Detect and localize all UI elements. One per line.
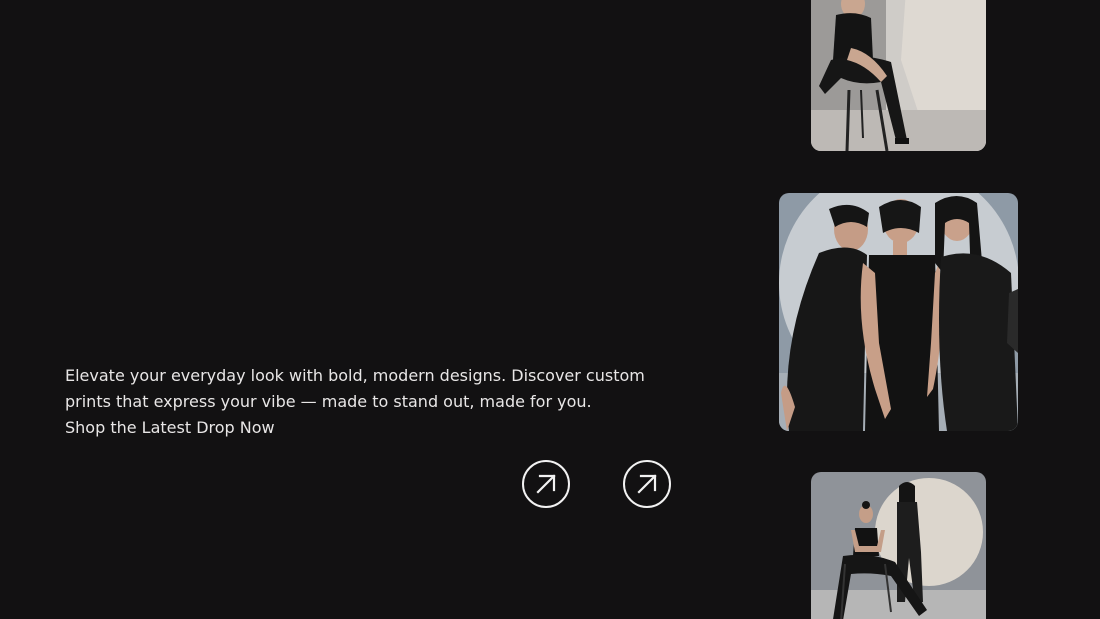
- arrow-button-primary[interactable]: [522, 460, 570, 508]
- arrow-button-secondary[interactable]: [623, 460, 671, 508]
- arrow-up-right-icon: [536, 474, 556, 494]
- gallery-photo-two-models[interactable]: [811, 472, 986, 619]
- gallery-photo-three-models[interactable]: [779, 193, 1018, 431]
- page: Elevate your everyday look with bold, mo…: [0, 0, 1100, 619]
- gallery-photo-seated-model[interactable]: [811, 0, 986, 151]
- hero-copy: Elevate your everyday look with bold, mo…: [65, 363, 665, 441]
- cta-link[interactable]: Shop the Latest Drop Now: [65, 415, 665, 441]
- hero-description: Elevate your everyday look with bold, mo…: [65, 366, 645, 411]
- arrow-up-right-icon: [637, 474, 657, 494]
